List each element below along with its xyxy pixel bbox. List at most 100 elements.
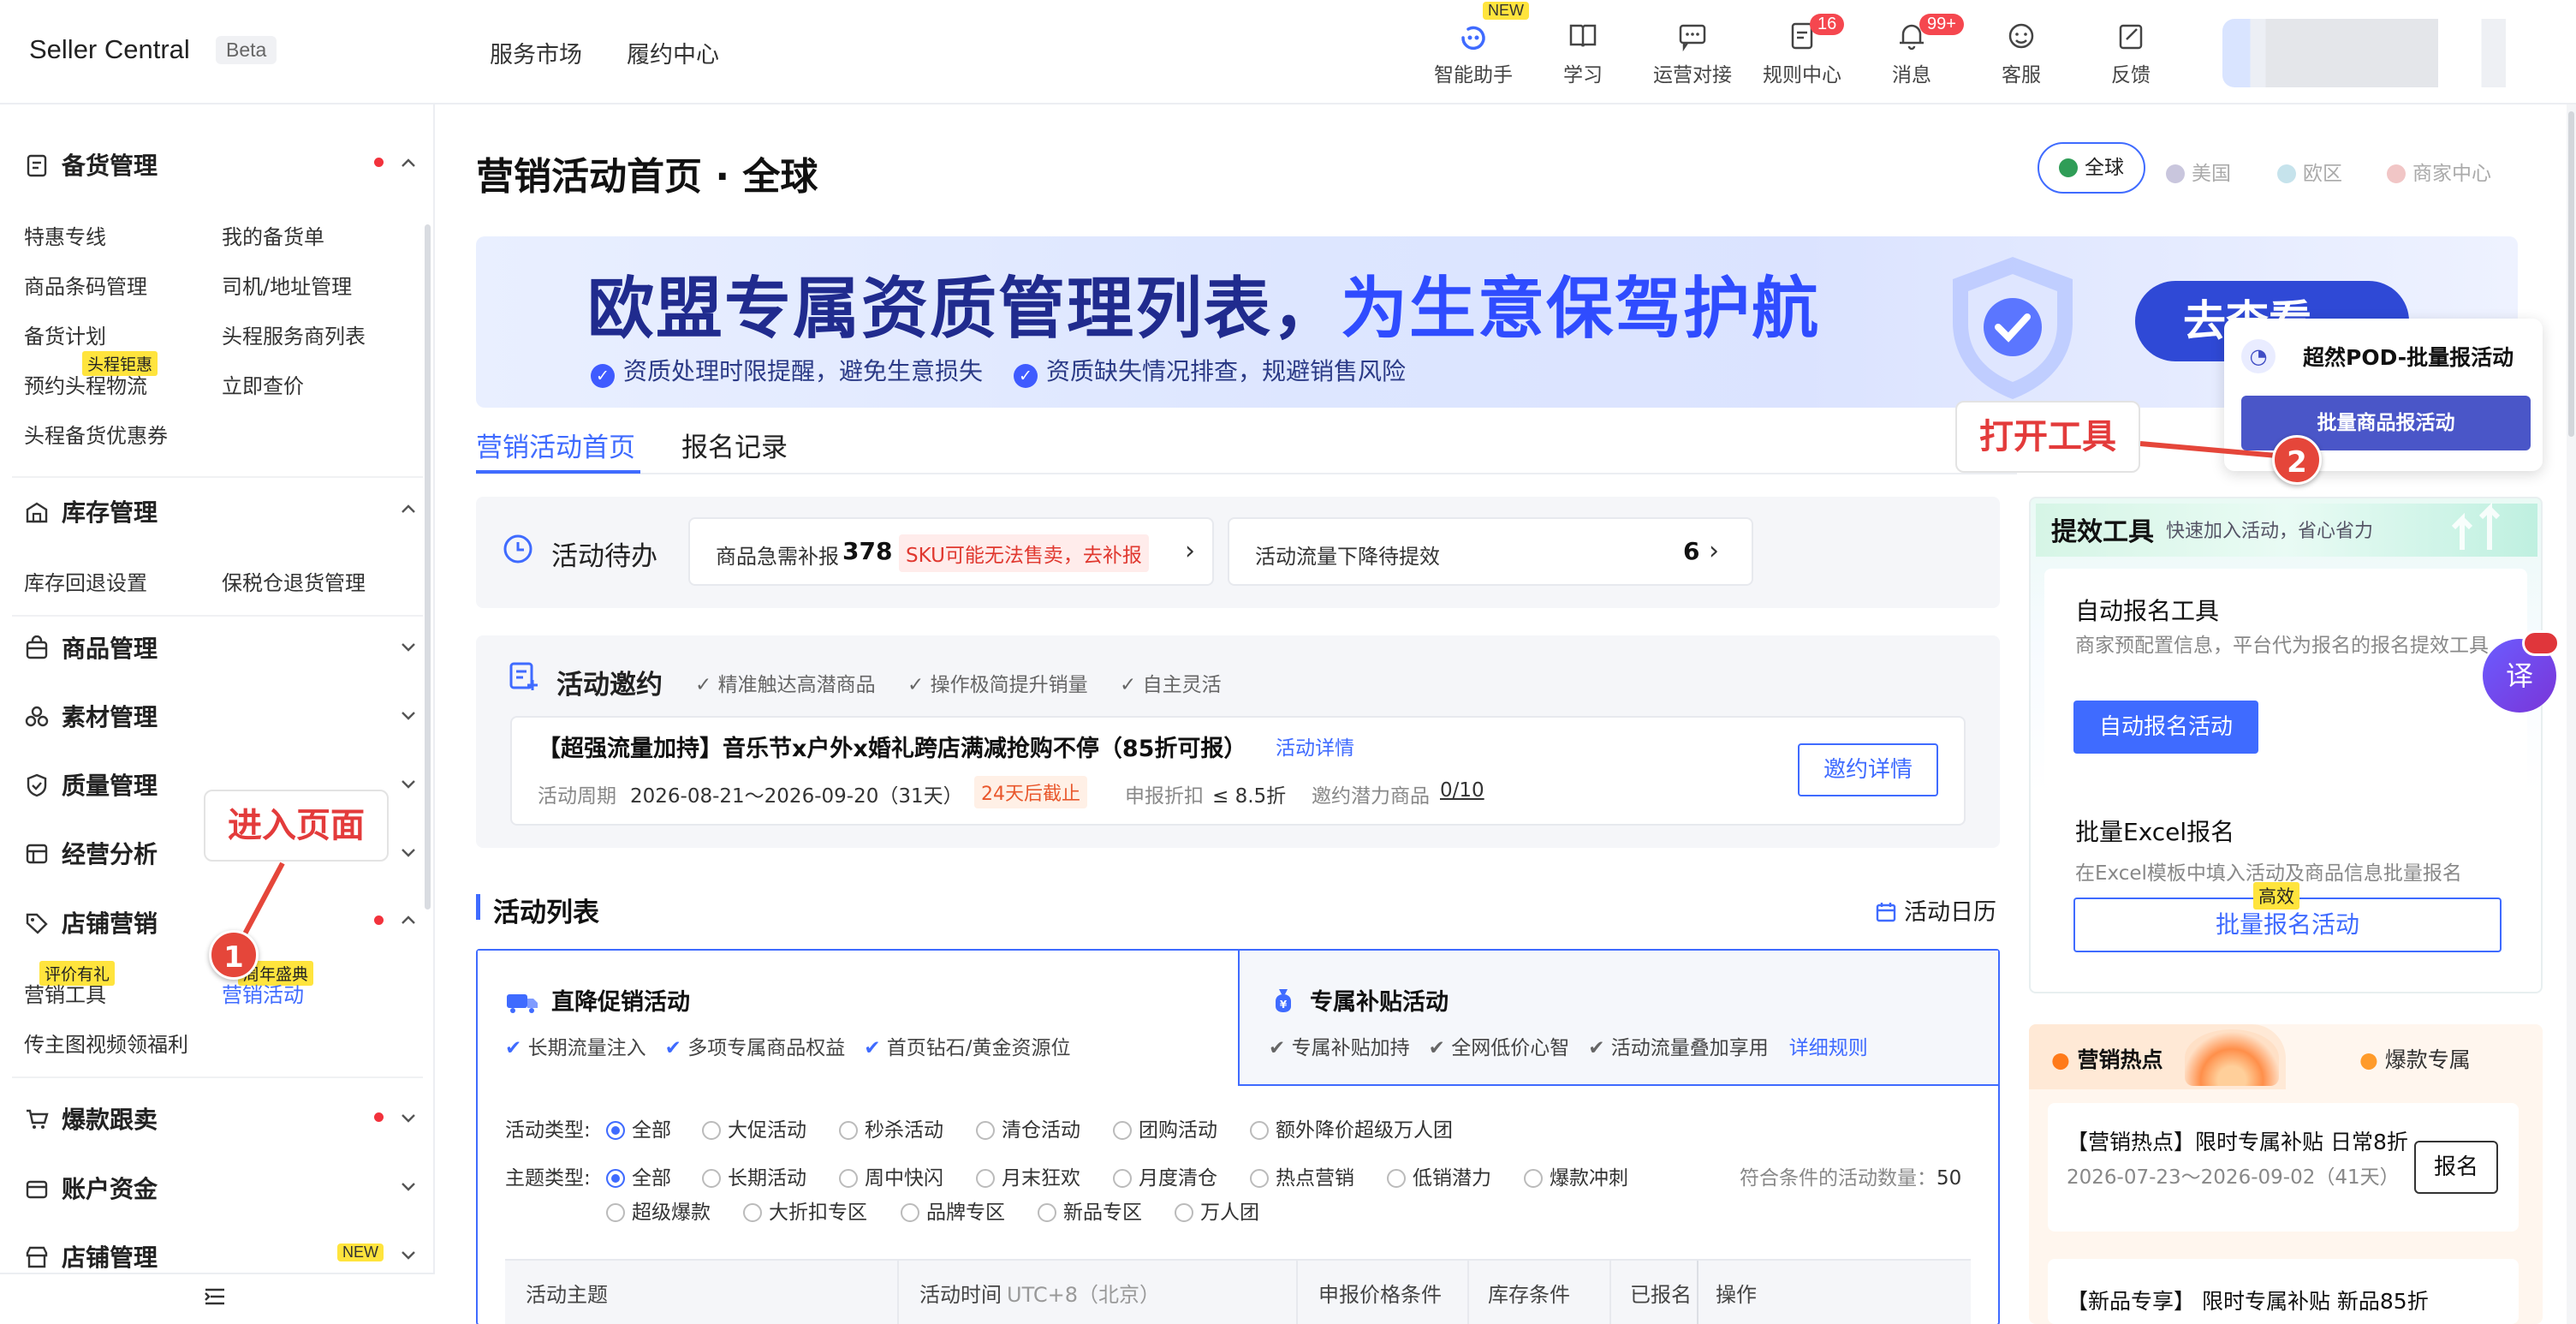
excel-signup-title: 批量Excel报名 — [2075, 818, 2235, 846]
sidebar-item[interactable]: 立即查价 — [222, 369, 304, 399]
messages-button[interactable]: 消息 99+ — [1865, 14, 1964, 92]
chevron-down-icon[interactable] — [399, 706, 418, 725]
banner-title-part: 欧盟专属资质管理列表， — [587, 271, 1342, 348]
sidebar-item[interactable]: 头程服务商列表 — [222, 319, 366, 349]
tab-exclusive-subsidy[interactable]: ¥ 专属补贴活动 — [1269, 983, 1449, 1017]
customer-service-button[interactable]: 客服 — [1974, 15, 2068, 92]
theme-option[interactable]: 热点营销 — [1250, 1161, 1354, 1190]
region-eu[interactable]: 欧区 — [2277, 157, 2342, 186]
sidebar-item[interactable]: 预约头程物流 — [24, 369, 147, 399]
discount-truck-icon — [507, 994, 538, 1013]
theme-option[interactable]: 全部 — [606, 1161, 671, 1190]
sidebar-section-store-marketing[interactable]: 店铺营销 — [24, 905, 158, 939]
tab1-features: ✔ 长期流量注入 ✔ 多项专属商品权益 ✔ 首页钻石/黄金资源位 — [505, 1037, 1071, 1059]
theme-option[interactable]: 长期活动 — [702, 1161, 806, 1190]
divider — [12, 615, 423, 617]
sidebar-item[interactable]: 特惠专线 — [24, 220, 106, 250]
type-option[interactable]: 全部 — [606, 1113, 671, 1142]
learn-button[interactable]: 学习 — [1536, 15, 1630, 92]
theme-option[interactable]: 月度清仓 — [1113, 1161, 1217, 1190]
activity-calendar-link[interactable]: 活动日历 — [1875, 893, 1996, 927]
chevron-down-icon[interactable] — [399, 1245, 418, 1264]
sidebar-item-marketing-activities[interactable]: 营销活动 — [222, 978, 304, 1008]
sidebar-item[interactable]: 司机/地址管理 — [222, 270, 352, 300]
type-option[interactable]: 秒杀活动 — [839, 1113, 943, 1142]
option-label: 万人团 — [1200, 1202, 1259, 1224]
type-option[interactable]: 团购活动 — [1113, 1113, 1217, 1142]
tab-marketing-hot[interactable]: ● 营销热点 — [2051, 1043, 2163, 1074]
sidebar-section-inventory[interactable]: 库存管理 — [24, 494, 158, 528]
nav-service-market[interactable]: 服务市场 — [490, 36, 582, 69]
sidebar-section-analytics[interactable]: 经营分析 — [24, 836, 158, 870]
sidebar-section-label: 库存管理 — [62, 498, 158, 527]
region-global[interactable]: 全球 — [2038, 142, 2145, 194]
sidebar-section-store-management[interactable]: 店铺管理 — [24, 1239, 158, 1273]
type-option[interactable]: 额外降价超级万人团 — [1250, 1113, 1453, 1142]
chevron-right-icon: › — [1709, 536, 1719, 566]
chevron-down-icon[interactable] — [399, 1177, 418, 1196]
sidebar-item[interactable]: 头程备货优惠券 — [24, 419, 168, 449]
chevron-down-icon[interactable] — [399, 637, 418, 656]
type-option[interactable]: 大促活动 — [702, 1113, 806, 1142]
hot-card[interactable]: 【营销热点】限时专属补贴 日常8折 2026-07-23～2026-09-02（… — [2048, 1103, 2519, 1232]
collapse-menu-icon[interactable] — [202, 1284, 228, 1309]
hot-signup-button[interactable]: 报名 — [2414, 1141, 2498, 1194]
chevron-up-icon[interactable] — [399, 154, 418, 173]
page-scroll-thumb[interactable] — [2568, 111, 2574, 437]
theme-option[interactable]: 超级爆款 — [606, 1196, 711, 1225]
sidebar-scrollbar[interactable] — [425, 224, 431, 910]
potential-value[interactable]: 0/10 — [1440, 779, 1484, 802]
sidebar-item[interactable]: 传主图视频领福利 — [24, 1028, 188, 1058]
theme-option[interactable]: 品牌专区 — [901, 1196, 1005, 1225]
theme-option[interactable]: 大折扣专区 — [743, 1196, 867, 1225]
user-account-blurred[interactable] — [2222, 19, 2531, 87]
feature-text: 自主灵活 — [1142, 674, 1222, 696]
region-merchant-center[interactable]: 商家中心 — [2387, 157, 2491, 186]
activity-detail-link[interactable]: 活动详情 — [1276, 731, 1354, 760]
todo-card-restock[interactable]: 商品急需补报 378 SKU可能无法售卖，去补报 › — [688, 517, 1214, 586]
tab-registration-records[interactable]: 报名记录 — [681, 426, 788, 464]
sidebar-section-products[interactable]: 商品管理 — [24, 630, 158, 665]
chevron-down-icon[interactable] — [399, 774, 418, 793]
chevron-down-icon[interactable] — [399, 843, 418, 862]
theme-option[interactable]: 爆款冲刺 — [1524, 1161, 1628, 1190]
sidebar-item-marketing-tools[interactable]: 营销工具 — [24, 978, 106, 1008]
sidebar-section-account-funds[interactable]: 账户资金 — [24, 1171, 158, 1205]
nav-fulfillment-center[interactable]: 履约中心 — [627, 36, 719, 69]
type-option[interactable]: 清仓活动 — [976, 1113, 1080, 1142]
sidebar-section-quality[interactable]: 质量管理 — [24, 767, 158, 802]
chevron-up-icon[interactable] — [399, 911, 418, 930]
hot-card[interactable]: 【新品专享】 限时专属补贴 新品85折 — [2048, 1259, 2519, 1324]
sidebar-item[interactable]: 我的备货单 — [222, 220, 324, 250]
sidebar-item[interactable]: 库存回退设置 — [24, 566, 147, 596]
option-label: 长期活动 — [728, 1167, 806, 1190]
invite-detail-button[interactable]: 邀约详情 — [1798, 743, 1938, 796]
theme-option[interactable]: 低销潜力 — [1387, 1161, 1491, 1190]
rules-center-button[interactable]: 规则中心 16 — [1755, 14, 1849, 92]
brand-logo[interactable]: Seller Central — [29, 34, 190, 65]
sidebar-section-materials[interactable]: 素材管理 — [24, 699, 158, 733]
ops-contact-button[interactable]: 运营对接 — [1645, 15, 1740, 92]
sidebar-section-stock[interactable]: 备货管理 — [24, 147, 158, 182]
theme-option[interactable]: 万人团 — [1175, 1196, 1259, 1225]
theme-option[interactable]: 周中快闪 — [839, 1161, 943, 1190]
todo-card-traffic[interactable]: 活动流量下降待提效 6 › — [1228, 517, 1753, 586]
sidebar-item[interactable]: 保税仓退货管理 — [222, 566, 366, 596]
divider — [12, 1076, 423, 1078]
sidebar-item[interactable]: 备货计划 — [24, 319, 106, 349]
sidebar-section-hot-items[interactable]: 爆款跟卖 — [24, 1101, 158, 1136]
detail-rules-link[interactable]: 详细规则 — [1789, 1037, 1868, 1059]
sidebar-item[interactable]: 商品条码管理 — [24, 270, 147, 300]
tab-direct-discount[interactable]: 直降促销活动 — [505, 983, 690, 1017]
chevron-up-icon[interactable] — [399, 500, 418, 519]
theme-option[interactable]: 月末狂欢 — [976, 1161, 1080, 1190]
feedback-button[interactable]: 反馈 — [2084, 15, 2178, 92]
region-us[interactable]: 美国 — [2166, 157, 2231, 186]
auto-signup-button[interactable]: 自动报名活动 — [2073, 701, 2258, 754]
page-scrollbar[interactable] — [2567, 104, 2576, 1324]
tab-hot-exclusive[interactable]: ● 爆款专属 — [2359, 1043, 2471, 1074]
tab-marketing-home[interactable]: 营销活动首页 — [476, 426, 635, 464]
chevron-down-icon[interactable] — [399, 1108, 418, 1127]
theme-option[interactable]: 新品专区 — [1038, 1196, 1142, 1225]
assistant-button[interactable]: 智能助手 NEW — [1426, 2, 1529, 92]
